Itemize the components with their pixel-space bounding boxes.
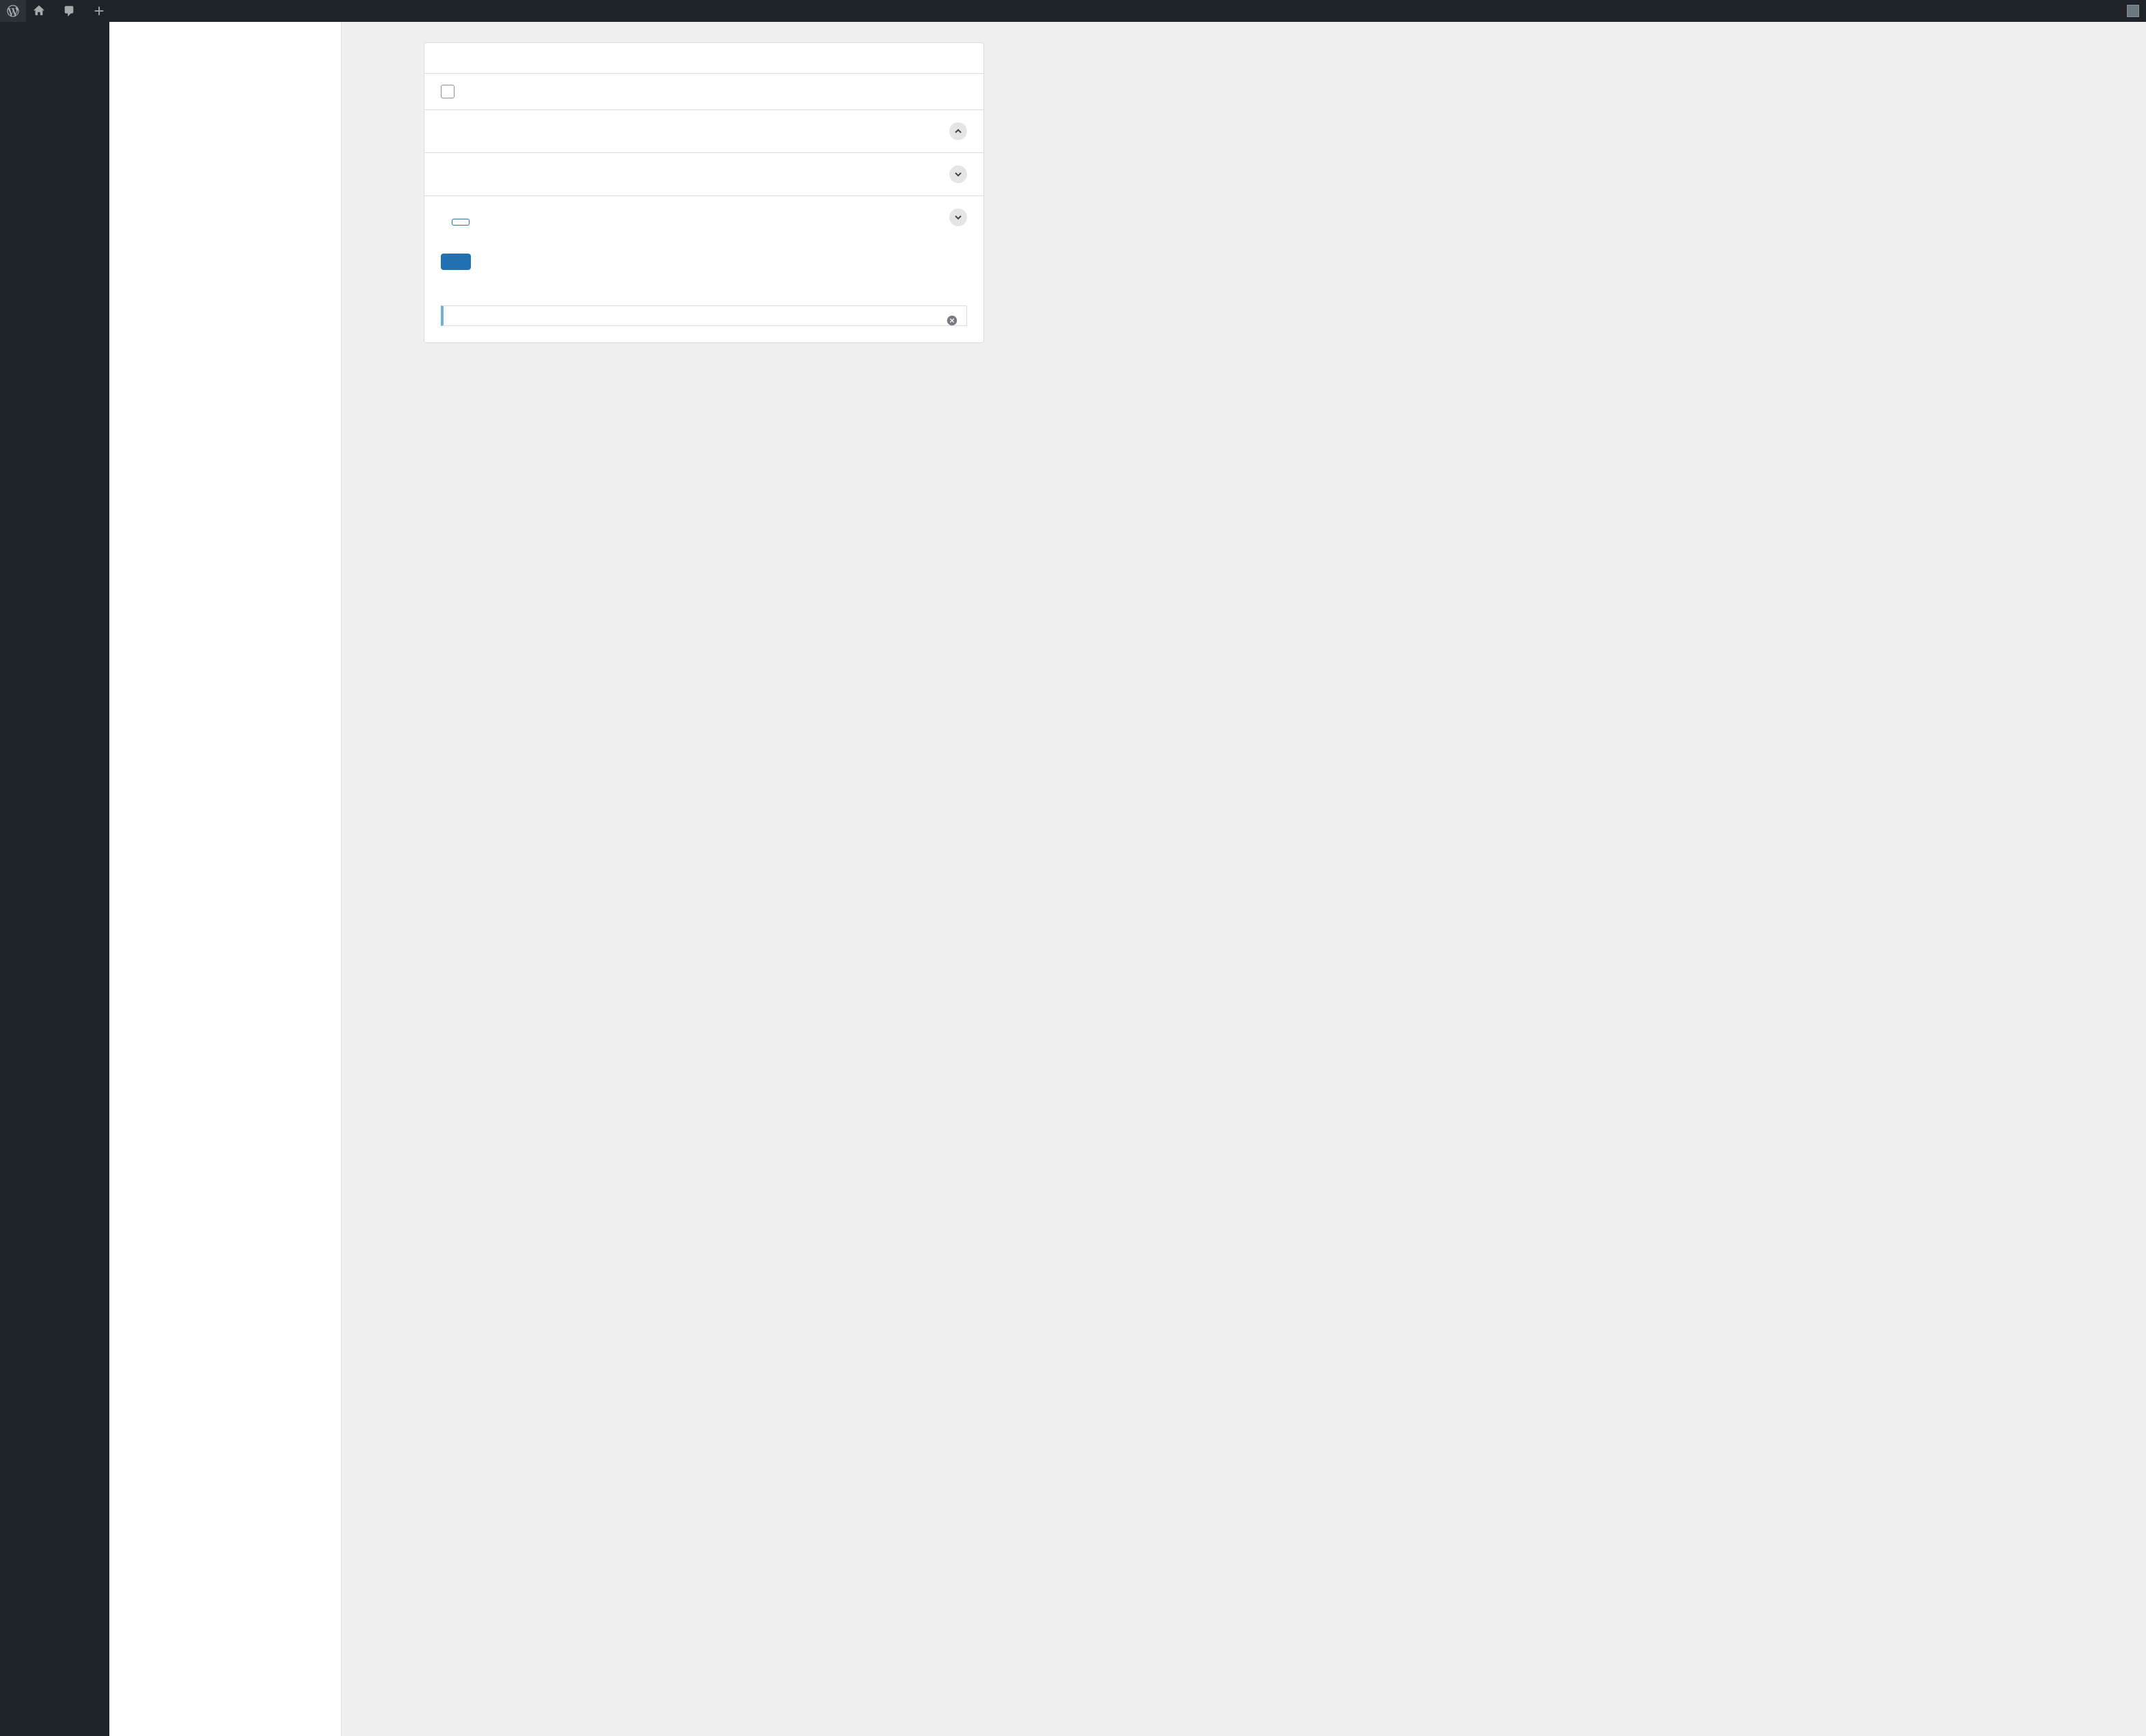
wp-logo-menu[interactable] xyxy=(0,0,26,22)
home-icon xyxy=(33,5,45,17)
plus-icon xyxy=(93,5,105,17)
avatar xyxy=(2127,5,2139,17)
left-bar-section-header[interactable] xyxy=(424,110,983,153)
topbar-frontend-section-header[interactable] xyxy=(424,196,983,239)
my-account-menu[interactable] xyxy=(2116,0,2146,22)
topbar-backend-section-header[interactable] xyxy=(424,153,983,196)
chevron-up-icon xyxy=(954,127,962,135)
settings-panel xyxy=(424,42,984,343)
panel-header xyxy=(424,43,983,74)
wordpress-icon xyxy=(7,5,19,17)
chevron-down-icon xyxy=(954,170,962,178)
select-all-row xyxy=(424,74,983,110)
page-content xyxy=(109,22,2146,1736)
admin-bar xyxy=(0,0,2146,22)
left-bar-collapse-button[interactable] xyxy=(949,122,967,140)
panel-footer xyxy=(424,239,983,285)
comment-icon xyxy=(63,5,75,17)
notice-dismiss-button[interactable] xyxy=(946,314,958,327)
plugin-content xyxy=(342,22,2146,1736)
topbar-backend-expand-button[interactable] xyxy=(949,165,967,183)
plugin-sidebar xyxy=(109,22,342,1736)
close-icon xyxy=(946,314,958,327)
collapse-menu-button[interactable] xyxy=(0,22,109,43)
topbar-frontend-expand-button[interactable] xyxy=(949,208,967,226)
save-changes-button[interactable] xyxy=(441,254,471,270)
info-notice xyxy=(441,306,967,326)
select-all-checkbox[interactable] xyxy=(441,85,454,98)
comments-menu[interactable] xyxy=(56,0,86,22)
new-content-menu[interactable] xyxy=(86,0,116,22)
site-name-menu[interactable] xyxy=(26,0,56,22)
admin-menu xyxy=(0,22,109,1736)
refresh-button[interactable] xyxy=(452,219,470,226)
deactivate-cleaner-link[interactable] xyxy=(2102,0,2116,22)
topbar-frontend-heading xyxy=(441,209,470,226)
chevron-down-icon xyxy=(954,213,962,221)
